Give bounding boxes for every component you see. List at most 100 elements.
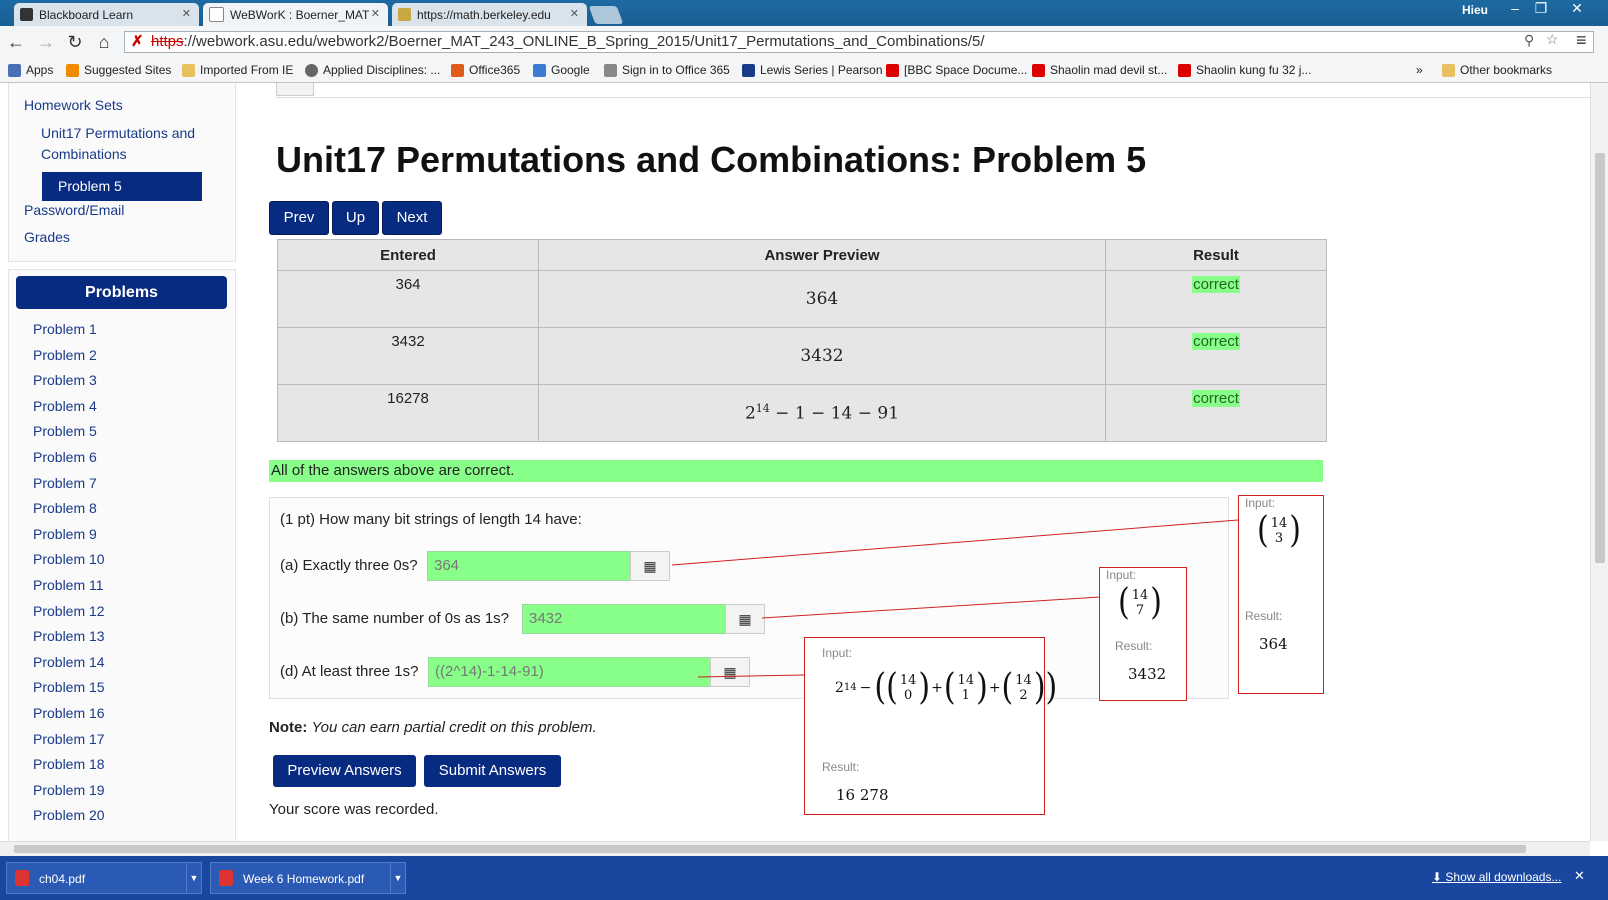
vertical-scrollbar[interactable] [1590, 83, 1608, 841]
show-all-downloads-link[interactable]: ⬇ Show all downloads... [1432, 870, 1561, 884]
tab-berkeley[interactable]: https://math.berkeley.edu ✕ [392, 3, 587, 26]
password-email-link[interactable]: Password/Email [24, 200, 124, 221]
answer-b-input[interactable]: 3432 [522, 604, 726, 634]
preview-answers-button[interactable]: Preview Answers [273, 755, 416, 787]
sidebar-item-problem[interactable]: Problem 10 [33, 551, 105, 567]
apps-grid-icon [8, 63, 21, 77]
back-icon[interactable]: ← [4, 32, 28, 53]
office-icon [451, 63, 464, 77]
tab-webwork[interactable]: WeBWorK : Boerner_MAT ✕ [203, 3, 388, 26]
equation-editor-icon[interactable]: ▦ [725, 604, 765, 634]
chevron-down-icon[interactable]: ▼ [390, 863, 405, 893]
sidebar-item-problem[interactable]: Problem 3 [33, 372, 97, 388]
part-b-label: (b) The same number of 0s as 1s? [280, 610, 509, 627]
blackboard-icon [20, 8, 33, 21]
menu-icon[interactable]: ≡ [1576, 30, 1587, 51]
part-a-label: (a) Exactly three 0s? [280, 557, 418, 574]
bookmark-shaolin-2[interactable]: Shaolin kung fu 32 j... [1178, 63, 1311, 77]
bookmark-office365[interactable]: Office365 [451, 63, 520, 77]
pearson-icon [742, 63, 755, 77]
chevron-down-icon[interactable]: ▼ [186, 863, 201, 893]
sidebar-item-problem[interactable]: Problem 12 [33, 603, 105, 619]
sidebar-item-problem[interactable]: Problem 15 [33, 679, 105, 695]
download-shelf: ch04.pdf ▼ Week 6 Homework.pdf ▼ ⬇ Show … [0, 856, 1608, 900]
bookmark-office-signin[interactable]: Sign in to Office 365 [604, 63, 730, 77]
sidebar-item-problem[interactable]: Problem 7 [33, 475, 97, 491]
download-item[interactable]: Week 6 Homework.pdf ▼ [210, 862, 406, 894]
forward-icon[interactable]: → [34, 32, 58, 53]
sidebar-item-problem[interactable]: Problem 9 [33, 526, 97, 542]
top-strip [276, 83, 1590, 98]
top-stub [276, 83, 314, 96]
prev-button[interactable]: Prev [269, 201, 329, 235]
sidebar-item-problem[interactable]: Problem 2 [33, 347, 97, 363]
grades-link[interactable]: Grades [24, 227, 70, 248]
sidebar-item-problem[interactable]: Problem 18 [33, 756, 105, 772]
answer-a-input[interactable]: 364 [427, 551, 631, 581]
bookmark-google[interactable]: Google [533, 63, 590, 77]
problems-header: Problems [16, 276, 227, 309]
close-icon[interactable]: ✕ [182, 7, 191, 20]
submit-answers-button[interactable]: Submit Answers [424, 755, 561, 787]
partial-credit-note: Note: You can earn partial credit on thi… [269, 719, 597, 736]
bookmark-applied[interactable]: Applied Disciplines: ... [305, 63, 440, 77]
folder-icon [1442, 63, 1455, 77]
sidebar-item-problem[interactable]: Problem 5 [33, 423, 97, 439]
equation-editor-icon[interactable]: ▦ [710, 657, 750, 687]
close-icon[interactable]: ✕ [371, 7, 380, 20]
sidebar-item-problem[interactable]: Problem 16 [33, 705, 105, 721]
sidebar-item-problem[interactable]: Problem 1 [33, 321, 97, 337]
sidebar-item-problem[interactable]: Problem 6 [33, 449, 97, 465]
sidebar-item-problem[interactable]: Problem 11 [33, 577, 104, 593]
minimize-icon[interactable]: ‒ [1502, 0, 1528, 16]
sidebar-item-problem[interactable]: Problem 20 [33, 807, 105, 823]
result-cell: correct [1105, 384, 1327, 442]
bookmark-suggested[interactable]: Suggested Sites [66, 63, 171, 77]
equation-editor-icon[interactable]: ▦ [630, 551, 670, 581]
score-message: Your score was recorded. [269, 801, 439, 818]
bookmarks-overflow-button[interactable]: » [1416, 63, 1423, 77]
note-label: Note: [269, 719, 308, 736]
homework-sets-link[interactable]: Homework Sets [24, 95, 123, 116]
bookmark-apps[interactable]: Apps [8, 63, 53, 77]
result-label: Result: [822, 760, 860, 774]
new-tab-button[interactable] [588, 6, 624, 24]
sidebar-item-problem[interactable]: Problem 13 [33, 628, 105, 644]
sidebar-item-problem[interactable]: Problem 17 [33, 731, 105, 747]
question-text: (1 pt) How many bit strings of length 14… [280, 511, 582, 528]
scrollbar-thumb[interactable] [14, 845, 1526, 853]
close-icon[interactable]: ✕ [570, 7, 579, 20]
window-close-icon[interactable]: ✕ [1564, 0, 1590, 17]
close-icon[interactable]: ✕ [1574, 868, 1585, 884]
bookmark-imported[interactable]: Imported From IE [182, 63, 293, 77]
sidebar-item-problem[interactable]: Problem 8 [33, 500, 97, 516]
url-input[interactable]: ✗ https://webwork.asu.edu/webwork2/Boern… [124, 31, 1594, 53]
bookmark-other[interactable]: Other bookmarks [1442, 63, 1552, 77]
sum-expression: 2 14 − ( (14 0) + (14 1) + (14 2) ) [835, 665, 1058, 709]
sidebar-item-problem[interactable]: Problem 4 [33, 398, 97, 414]
next-button[interactable]: Next [382, 201, 442, 235]
zoom-search-icon[interactable]: ⚲ [1524, 32, 1534, 49]
horizontal-scrollbar[interactable] [0, 841, 1590, 856]
home-icon[interactable]: ⌂ [92, 32, 116, 53]
download-item[interactable]: ch04.pdf ▼ [6, 862, 202, 894]
bookmark-star-icon[interactable]: ☆ [1546, 31, 1559, 48]
results-table: Entered Answer Preview Result 364 364 co… [277, 239, 1327, 442]
pdf-icon [15, 870, 29, 886]
restore-icon[interactable]: ❐ [1528, 0, 1554, 17]
set-link[interactable]: Unit17 Permutations and Combinations [41, 123, 211, 165]
bookmark-shaolin-1[interactable]: Shaolin mad devil st... [1032, 63, 1167, 77]
up-button[interactable]: Up [332, 201, 379, 235]
sidebar-item-problem[interactable]: Problem 19 [33, 782, 105, 798]
bookmark-pearson[interactable]: Lewis Series | Pearson [742, 63, 883, 77]
sidebar-item-problem[interactable]: Problem 14 [33, 654, 105, 670]
answer-d-popup: Input: 2 14 − ( (14 0) + (14 1) + (14 2) ) R… [804, 637, 1057, 815]
current-problem-link[interactable]: Problem 5 [42, 172, 202, 201]
tab-blackboard[interactable]: Blackboard Learn ✕ [14, 3, 199, 26]
profile-name[interactable]: Hieu [1462, 3, 1488, 17]
scrollbar-thumb[interactable] [1595, 153, 1605, 563]
answer-d-input[interactable]: ((2^14)-1-14-91) [428, 657, 712, 687]
bookmark-bbc[interactable]: [BBC Space Docume... [886, 63, 1027, 77]
result-label: Result: [1115, 639, 1153, 653]
reload-icon[interactable]: ↻ [63, 32, 87, 53]
